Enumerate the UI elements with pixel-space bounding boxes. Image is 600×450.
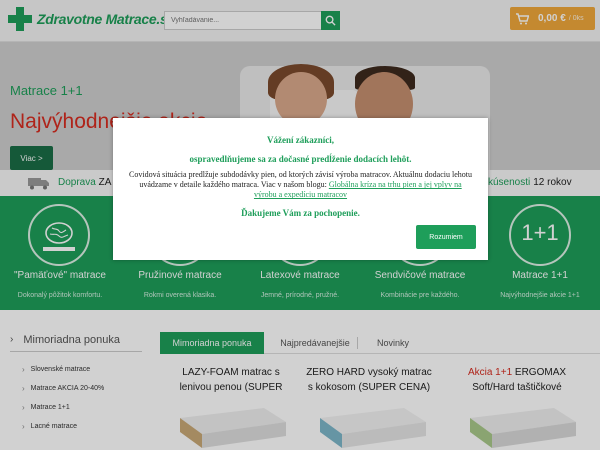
modal-body: Covidová situácia predlžuje subdodávky p…: [129, 170, 472, 201]
notice-modal: Vážení zákazníci, ospravedlňujeme sa za …: [113, 118, 488, 260]
modal-thanks: Ďakujeme Vám za pochopenie.: [241, 208, 360, 218]
modal-subtitle: ospravedlňujeme sa za dočasné predĺženie…: [189, 154, 412, 164]
modal-accept-button[interactable]: Rozumiem: [416, 225, 476, 249]
modal-title: Vážení zákazníci,: [267, 135, 334, 145]
